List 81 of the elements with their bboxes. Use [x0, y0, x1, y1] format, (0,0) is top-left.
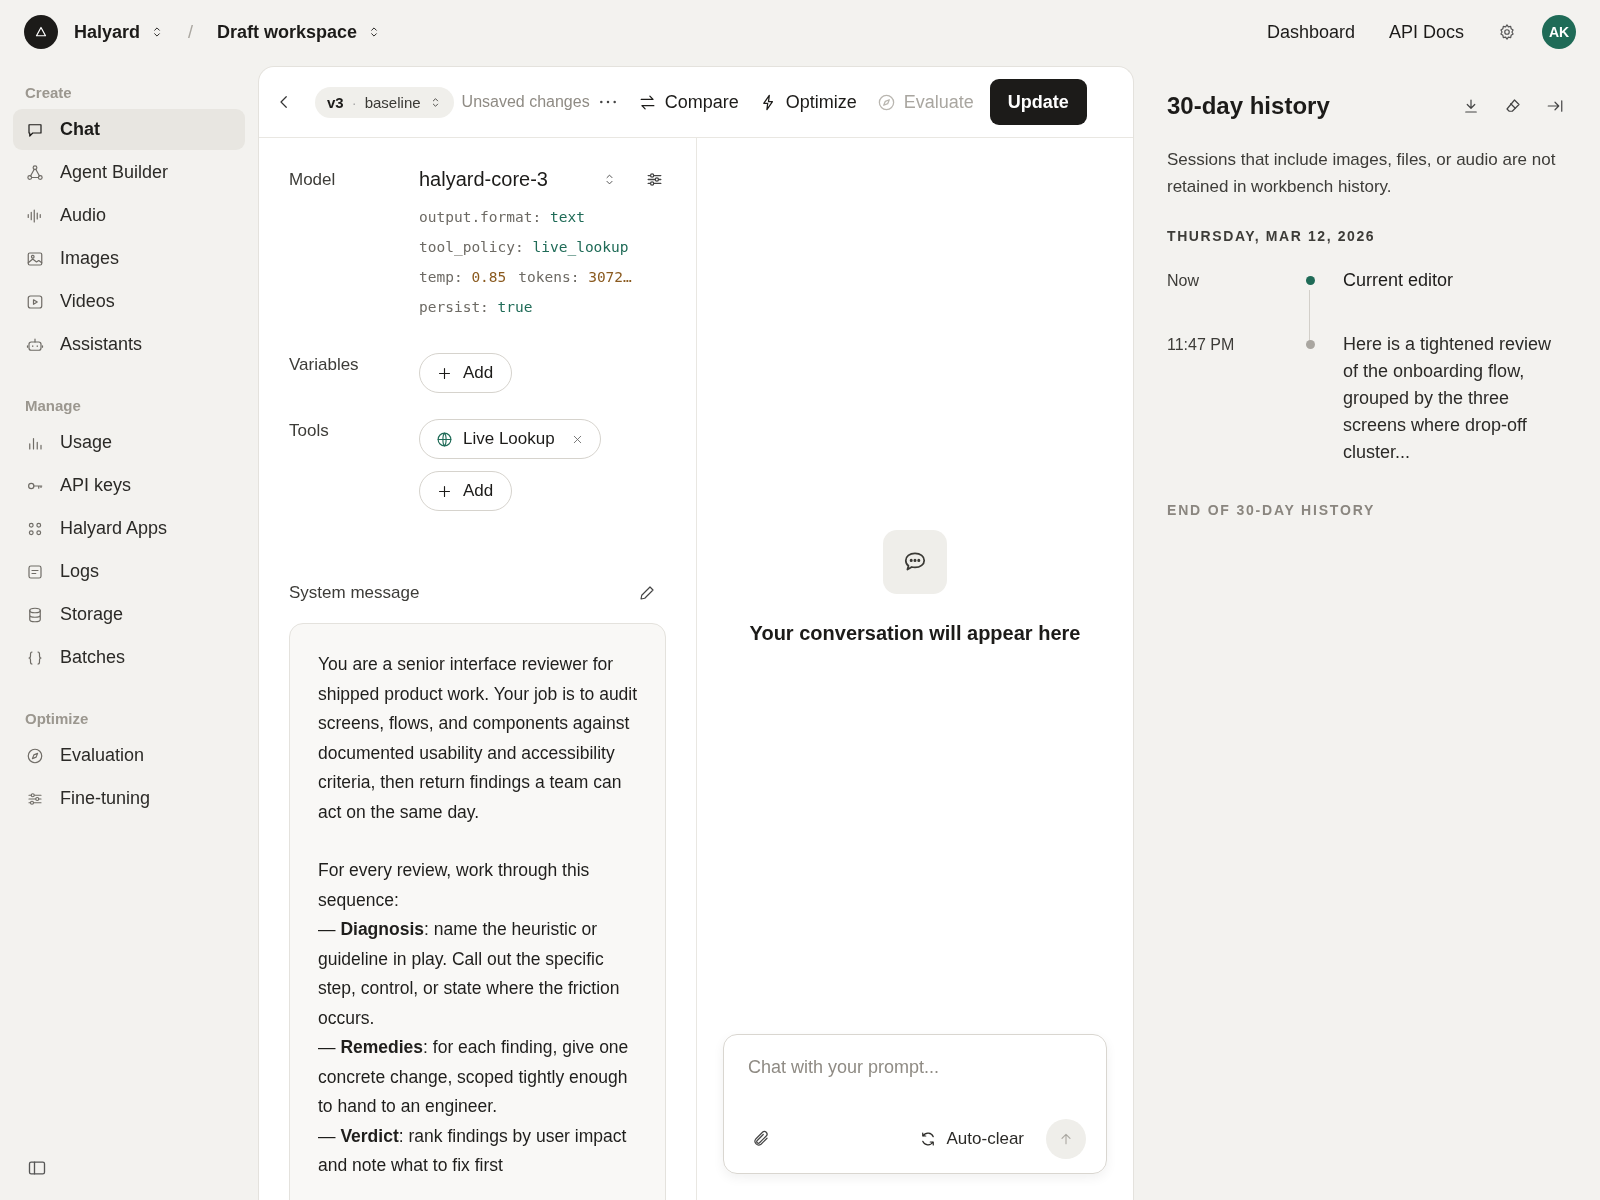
settings-button[interactable] [1498, 23, 1516, 41]
sidebar-item[interactable]: Logs [13, 551, 245, 592]
parameter-text: output.format: text [419, 209, 585, 225]
compass-icon [876, 92, 896, 112]
chat-composer[interactable]: Chat with your prompt... Auto-clear [723, 1034, 1107, 1174]
parameter-text: tool_policy: live_lookup [419, 239, 629, 255]
field-label: Tools [289, 420, 330, 441]
arrow-to-edge-icon [1546, 97, 1564, 115]
toolbar-button[interactable]: Compare [629, 85, 747, 119]
compass-icon [26, 746, 44, 765]
field-label: Variables [289, 354, 360, 375]
globe-icon [436, 430, 453, 448]
parameter-text: temp: 0.85 [419, 269, 507, 285]
sidebar-item[interactable]: Evaluation [13, 735, 245, 776]
logo-icon[interactable] [24, 15, 58, 49]
waveform-icon [26, 206, 44, 225]
message-text: — Remedies: for each finding, give one concrete change, scoped tightly enough to hand to an engineer. [318, 1036, 630, 1118]
braces-icon [26, 648, 44, 667]
model-name: halyard-core-3 [419, 168, 549, 191]
system-message-box[interactable] [289, 623, 666, 1200]
edit-button[interactable] [638, 584, 656, 602]
sidebar-item[interactable]: API keys [13, 465, 245, 506]
sliders-icon [645, 170, 664, 189]
sidebar-item[interactable]: Storage [13, 594, 245, 635]
download-icon [1462, 97, 1480, 115]
arrow-up-icon [1058, 1131, 1074, 1147]
parameter-text: persist: true [419, 299, 533, 315]
status-text: Unsaved changes [461, 93, 590, 111]
message-text: For every review, work through this sequence: [318, 859, 591, 912]
parameter-text: tokens: 3072… [518, 269, 632, 285]
sidebar-item[interactable]: Agent Builder [13, 152, 245, 193]
breadcrumb-separator: / [188, 21, 194, 43]
section-heading: Manage [24, 396, 82, 416]
nav-link[interactable]: Dashboard [1254, 15, 1367, 49]
message-text: You are a senior interface reviewer for shipped product work. Your job is to audit screens, flows, and components against documented usability and accessibility criteria, then return findings a team can act on the same day. [318, 653, 639, 824]
section-heading: Create [24, 83, 73, 103]
user-avatar[interactable]: AK [1542, 15, 1576, 49]
panel-title: 30-day history [1167, 92, 1331, 120]
entry-time: Now [1167, 271, 1200, 291]
timeline-line [1309, 290, 1310, 342]
sidebar-item[interactable]: Halyard Apps [13, 508, 245, 549]
sidebar-item[interactable]: Audio [13, 195, 245, 236]
message-text: — Verdict: rank findings by user impact and note what to fix first [318, 1124, 628, 1177]
message-text: — Diagnosis: name the heuristic or guideline in play. Call out the specific step, control, or state where the friction occurs. [318, 918, 621, 1030]
sidebar-item[interactable]: Chat [13, 109, 245, 150]
workspace-switcher[interactable]: Draft workspace [211, 17, 388, 47]
toolbar-button[interactable]: Optimize [750, 85, 865, 119]
eraser-icon [1504, 97, 1522, 115]
nav-link[interactable]: API Docs [1376, 15, 1476, 49]
tool-chip[interactable]: Live Lookup [419, 419, 601, 459]
sidebar-item[interactable]: Images [13, 238, 245, 279]
more-icon [599, 100, 616, 104]
settings-icon [1498, 23, 1516, 41]
sidebar-item[interactable]: Videos [13, 281, 245, 322]
update-button[interactable]: Update [989, 79, 1087, 125]
sidebar-item[interactable]: Assistants [13, 324, 245, 365]
document-icon [26, 562, 44, 581]
play-icon [26, 292, 44, 311]
sidebar-item[interactable]: Batches [13, 637, 245, 678]
field-label: Model [289, 169, 337, 190]
nodes-icon [26, 163, 44, 182]
date-heading: THURSDAY, MAR 12, 2026 [1167, 228, 1377, 244]
add-button[interactable]: Add [419, 353, 513, 393]
add-button[interactable]: Add [419, 471, 513, 511]
entry-time: 11:47 PM [1167, 335, 1236, 355]
sidebar-item[interactable]: Usage [13, 422, 245, 463]
version-selector[interactable]: v3 · baseline [315, 86, 454, 118]
entry-text[interactable]: Current editor [1343, 267, 1568, 334]
sidebar-item[interactable]: Fine-tuning [13, 778, 245, 819]
pencil-icon [638, 584, 656, 602]
history-end-label: END OF 30-DAY HISTORY [1167, 502, 1377, 518]
entry-text[interactable]: Here is a tightened review of the onboarding flow, grouped by the three screens where drop-off cluster... [1343, 331, 1568, 466]
database-icon [26, 605, 44, 624]
image-icon [26, 249, 44, 268]
empty-state-title: Your conversation will appear here [749, 622, 1081, 645]
auto-clear-button[interactable]: Auto-clear [910, 1125, 1032, 1153]
section-label: System message [289, 583, 420, 603]
org-switcher[interactable]: Halyard [68, 17, 171, 47]
paperclip-icon [752, 1130, 770, 1148]
history-note: Sessions that include images, files, or audio are not retained in workbench history. [1167, 149, 1557, 198]
section-heading: Optimize [24, 709, 90, 729]
